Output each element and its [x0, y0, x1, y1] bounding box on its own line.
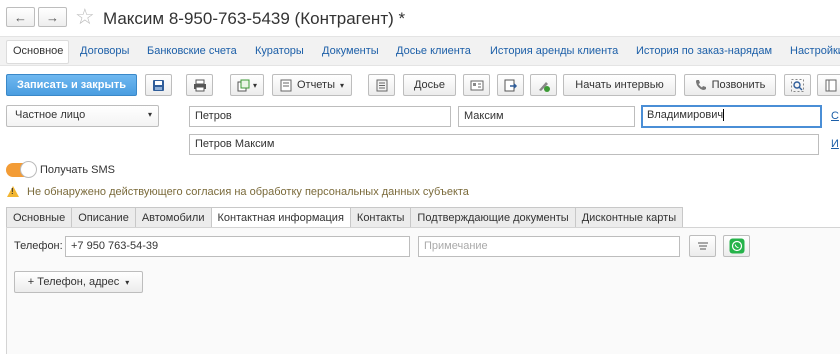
warning-exclamation-icon: ! — [11, 187, 14, 196]
sign-button[interactable] — [530, 74, 557, 96]
document-list-icon — [376, 79, 387, 91]
list-settings-icon — [825, 79, 836, 91]
forward-button[interactable]: → — [38, 7, 67, 27]
nav-item-rental-history[interactable]: История аренды клиента — [490, 45, 618, 57]
person-type-select[interactable]: Частное лицо ▾ — [6, 105, 159, 127]
chevron-down-icon: ▾ — [125, 277, 130, 287]
right-link-1[interactable]: С — [831, 110, 839, 122]
phone-label: Телефон: — [14, 240, 63, 252]
note-field[interactable]: Примечание — [418, 236, 680, 257]
tab-confirming-documents[interactable]: Подтверждающие документы — [410, 207, 575, 228]
chevron-down-icon: ▾ — [340, 80, 345, 90]
search-icon — [791, 78, 804, 92]
nav-item-settings[interactable]: Настройки — [790, 45, 840, 57]
tab-description[interactable]: Описание — [71, 207, 135, 228]
floppy-disk-icon — [153, 79, 164, 91]
menu-lines-icon — [697, 242, 708, 250]
chevron-down-icon: ▾ — [252, 80, 257, 90]
search-button[interactable] — [784, 74, 811, 96]
back-arrow-icon: ← — [14, 9, 27, 25]
form-tabs: Основные Описание Автомобили Контактная … — [6, 207, 684, 228]
tab-contact-info[interactable]: Контактная информация — [210, 207, 350, 228]
create-based-on-button[interactable]: ▾ — [230, 74, 264, 96]
printer-icon — [193, 79, 206, 91]
reports-label: Отчеты — [296, 79, 335, 91]
full-name-field[interactable]: Петров Максим — [189, 134, 819, 155]
call-label: Позвонить — [711, 79, 766, 91]
reports-button[interactable]: Отчеты ▾ — [272, 74, 352, 96]
nav-item-client-dossier[interactable]: Досье клиента — [396, 45, 471, 57]
add-phone-address-label: + Телефон, адрес — [27, 276, 120, 288]
person-type-value: Частное лицо — [15, 109, 86, 121]
pen-check-icon — [538, 81, 550, 92]
reports-icon — [280, 79, 292, 91]
favorite-star-icon[interactable]: ☆ — [75, 6, 95, 28]
nav-item-curators[interactable]: Кураторы — [255, 45, 304, 57]
note-placeholder: Примечание — [424, 240, 488, 252]
right-link-2[interactable]: И — [831, 138, 839, 150]
phone-icon — [695, 80, 706, 90]
more-actions-button[interactable] — [817, 74, 840, 96]
print-button[interactable] — [186, 74, 213, 96]
first-name-field[interactable]: Максим — [458, 106, 635, 127]
id-card-icon — [470, 80, 483, 90]
middle-name-value: Владимирович — [647, 109, 724, 121]
nav-item-order-history[interactable]: История по заказ-нарядам — [636, 45, 772, 57]
window-title: Максим 8-950-763-5439 (Контрагент) * — [103, 9, 406, 28]
nav-item-main[interactable]: Основное — [13, 45, 63, 57]
phone-field[interactable]: +7 950 763-54-39 — [65, 236, 410, 257]
call-button[interactable]: Позвонить — [684, 74, 776, 96]
chevron-down-icon: ▾ — [147, 110, 152, 119]
toggle-knob — [20, 161, 37, 178]
nav-item-documents[interactable]: Документы — [322, 45, 379, 57]
save-and-close-button[interactable]: Записать и закрыть — [6, 74, 137, 96]
dossier-button[interactable]: Досье — [403, 74, 456, 96]
section-nav: Основное Договоры Банковские счета Курат… — [0, 36, 840, 66]
nav-item-contracts[interactable]: Договоры — [80, 45, 129, 57]
tab-main[interactable]: Основные — [6, 207, 72, 228]
document-arrow-icon — [504, 79, 517, 91]
card-button[interactable] — [463, 74, 490, 96]
phone-details-button[interactable] — [689, 235, 716, 257]
tab-contacts[interactable]: Контакты — [349, 207, 411, 228]
tab-discount-cards[interactable]: Дисконтные карты — [574, 207, 684, 228]
sms-toggle[interactable] — [6, 161, 37, 178]
attach-document-button[interactable] — [497, 74, 524, 96]
document-list-button[interactable] — [368, 74, 395, 96]
back-button[interactable]: ← — [6, 7, 35, 27]
start-interview-button[interactable]: Начать интервью — [563, 74, 676, 96]
forward-arrow-icon: → — [46, 9, 59, 25]
middle-name-field[interactable]: Владимирович — [641, 105, 822, 128]
sms-label: Получать SMS — [40, 164, 115, 176]
text-cursor — [723, 109, 725, 121]
tab-cars[interactable]: Автомобили — [134, 207, 211, 228]
last-name-field[interactable]: Петров — [189, 106, 451, 127]
consent-warning-text: Не обнаружено действующего согласия на о… — [27, 186, 469, 198]
add-phone-address-button[interactable]: + Телефон, адрес ▾ — [14, 271, 143, 293]
save-button[interactable] — [145, 74, 172, 96]
create-document-icon — [237, 79, 250, 91]
nav-item-bank-accounts[interactable]: Банковские счета — [147, 45, 237, 57]
whatsapp-button[interactable] — [723, 235, 750, 257]
whatsapp-icon — [729, 238, 744, 254]
